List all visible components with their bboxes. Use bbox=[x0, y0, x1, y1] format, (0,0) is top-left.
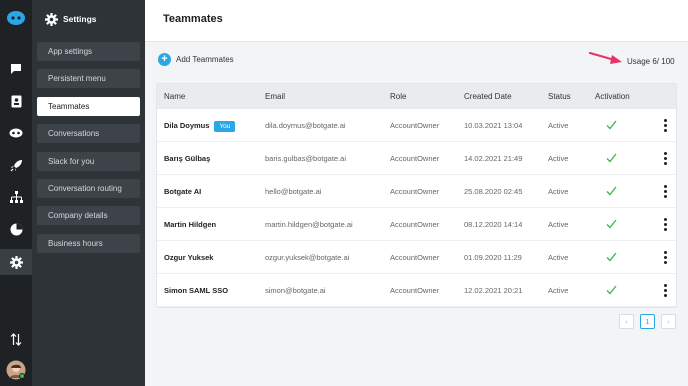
cell-role: AccountOwner bbox=[390, 286, 440, 295]
cell-status: Active bbox=[548, 286, 569, 295]
gear-icon bbox=[45, 12, 58, 26]
teammate-name: Dila Doymus bbox=[164, 121, 210, 130]
avatar[interactable] bbox=[0, 357, 32, 383]
table-row: Botgate AI hello@botgate.ai AccountOwner 25… bbox=[157, 175, 676, 208]
table-row: Martin Hildgen martin.hildgen@botgate.ai A… bbox=[157, 208, 676, 241]
settings-panel: Settings App settings Persistent menu Te… bbox=[32, 0, 145, 386]
settings-item-conversation-routing[interactable]: Conversation routing bbox=[37, 179, 140, 198]
icon-rail bbox=[0, 0, 32, 386]
cell-status: Active bbox=[548, 121, 569, 130]
cell-status: Active bbox=[548, 220, 569, 229]
top-bar: Teammates bbox=[145, 0, 688, 42]
cell-role: AccountOwner bbox=[390, 154, 440, 163]
column-header-email[interactable]: Email bbox=[265, 84, 285, 109]
column-header-activation[interactable]: Activation bbox=[595, 84, 630, 109]
check-icon[interactable] bbox=[606, 120, 617, 130]
check-icon[interactable] bbox=[606, 153, 617, 163]
check-icon[interactable] bbox=[606, 186, 617, 196]
you-badge: You bbox=[214, 120, 236, 132]
teammate-name: Martin Hildgen bbox=[164, 220, 217, 229]
usage-counter: Usage 6/ 100 bbox=[627, 57, 675, 66]
pagination-page-1[interactable]: 1 bbox=[640, 314, 655, 329]
main-content: Teammates + Add Teammates Usage 6/ 100 N… bbox=[145, 0, 688, 386]
table-header: Name Email Role Created Date Status Acti… bbox=[157, 84, 676, 109]
logo-icon[interactable] bbox=[0, 5, 32, 31]
more-options-icon[interactable] bbox=[662, 284, 668, 297]
column-header-status[interactable]: Status bbox=[548, 84, 571, 109]
pagination-prev-button[interactable]: ‹ bbox=[619, 314, 634, 329]
settings-header: Settings bbox=[45, 11, 97, 27]
pagination-next-button[interactable]: › bbox=[661, 314, 676, 329]
rocket-icon[interactable] bbox=[0, 152, 32, 178]
settings-item-persistent-menu[interactable]: Persistent menu bbox=[37, 69, 140, 88]
check-icon[interactable] bbox=[606, 285, 617, 295]
teammate-name: Botgate AI bbox=[164, 187, 202, 196]
page-title: Teammates bbox=[163, 13, 223, 25]
sort-icon[interactable] bbox=[0, 326, 32, 352]
add-teammates-label: Add Teammates bbox=[176, 55, 234, 64]
teammates-table: Name Email Role Created Date Status Acti… bbox=[156, 83, 677, 308]
cell-created-date: 01.09.2020 11:29 bbox=[464, 253, 522, 262]
chat-icon[interactable] bbox=[0, 56, 32, 82]
more-options-icon[interactable] bbox=[662, 218, 668, 231]
add-teammates-button[interactable]: + Add Teammates bbox=[158, 53, 234, 66]
settings-item-conversations[interactable]: Conversations bbox=[37, 124, 140, 143]
cell-created-date: 14.02.2021 21:49 bbox=[464, 154, 523, 163]
cell-email: martin.hildgen@botgate.ai bbox=[265, 220, 353, 229]
more-options-icon[interactable] bbox=[662, 152, 668, 165]
cell-email: dila.doymus@botgate.ai bbox=[265, 121, 346, 130]
settings-item-teammates[interactable]: Teammates bbox=[37, 97, 140, 116]
settings-item-business-hours[interactable]: Business hours bbox=[37, 234, 140, 253]
settings-title: Settings bbox=[63, 14, 97, 24]
cell-name: Simon SAML SSO bbox=[164, 274, 228, 307]
cell-email: simon@botgate.ai bbox=[265, 286, 326, 295]
teammate-name: Ozgur Yuksek bbox=[164, 253, 214, 262]
contacts-icon[interactable] bbox=[0, 88, 32, 114]
table-row: Barış Gülbaş baris.gulbas@botgate.ai Accou… bbox=[157, 142, 676, 175]
column-header-created-date[interactable]: Created Date bbox=[464, 84, 512, 109]
cell-name: Ozgur Yuksek bbox=[164, 241, 213, 274]
cell-name: Botgate AI bbox=[164, 175, 201, 208]
cell-email: ozgur.yuksek@botgate.ai bbox=[265, 253, 350, 262]
analytics-icon[interactable] bbox=[0, 216, 32, 242]
cell-email: baris.gulbas@botgate.ai bbox=[265, 154, 346, 163]
cell-name: Dila Doymus You bbox=[164, 109, 236, 142]
table-row: Dila Doymus You dila.doymus@botgate.ai Acco… bbox=[157, 109, 676, 142]
table-row: Ozgur Yuksek ozgur.yuksek@botgate.ai Accou… bbox=[157, 241, 676, 274]
table-row: Simon SAML SSO simon@botgate.ai AccountOwn… bbox=[157, 274, 676, 307]
cell-role: AccountOwner bbox=[390, 187, 440, 196]
cell-created-date: 25.08.2020 02:45 bbox=[464, 187, 523, 196]
settings-icon[interactable] bbox=[0, 249, 32, 275]
teammate-name: Barış Gülbaş bbox=[164, 154, 211, 163]
check-icon[interactable] bbox=[606, 219, 617, 229]
arrow-icon bbox=[588, 51, 622, 64]
more-options-icon[interactable] bbox=[662, 185, 668, 198]
cell-role: AccountOwner bbox=[390, 121, 440, 130]
settings-item-app-settings[interactable]: App settings bbox=[37, 42, 140, 61]
cell-name: Barış Gülbaş bbox=[164, 142, 210, 175]
cell-created-date: 08.12.2020 14:14 bbox=[464, 220, 523, 229]
cell-created-date: 10.03.2021 13:04 bbox=[464, 121, 523, 130]
cell-status: Active bbox=[548, 187, 569, 196]
plus-icon: + bbox=[158, 53, 171, 66]
cell-role: AccountOwner bbox=[390, 253, 440, 262]
settings-item-company-details[interactable]: Company details bbox=[37, 206, 140, 225]
cell-status: Active bbox=[548, 154, 569, 163]
flow-icon[interactable] bbox=[0, 184, 32, 210]
cell-role: AccountOwner bbox=[390, 220, 440, 229]
cell-email: hello@botgate.ai bbox=[265, 187, 322, 196]
column-header-name[interactable]: Name bbox=[164, 84, 185, 109]
more-options-icon[interactable] bbox=[662, 251, 668, 264]
more-options-icon[interactable] bbox=[662, 119, 668, 132]
check-icon[interactable] bbox=[606, 252, 617, 262]
cell-created-date: 12.02.2021 20:21 bbox=[464, 286, 523, 295]
cell-status: Active bbox=[548, 253, 569, 262]
settings-item-slack[interactable]: Slack for you bbox=[37, 152, 140, 171]
cell-name: Martin Hildgen bbox=[164, 208, 216, 241]
teammate-name: Simon SAML SSO bbox=[164, 286, 229, 295]
bot-icon[interactable] bbox=[0, 120, 32, 146]
column-header-role[interactable]: Role bbox=[390, 84, 406, 109]
